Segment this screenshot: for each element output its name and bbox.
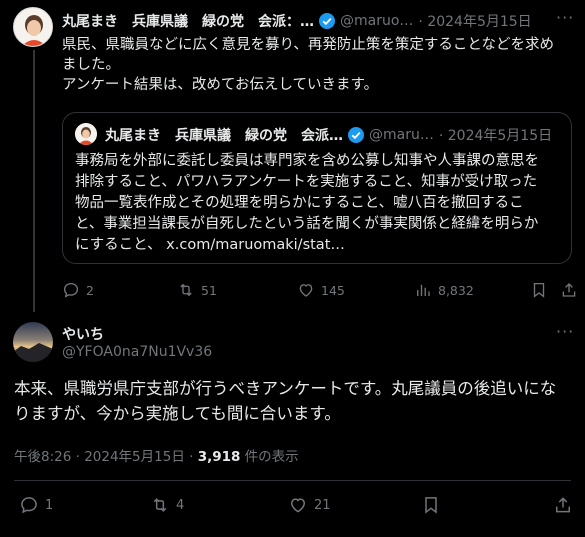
retweet-icon (153, 498, 167, 512)
share-icon (562, 283, 576, 297)
tweet-meta: 午後8:26 · 2024年5月15日 · 3,918 件の表示 (14, 445, 299, 465)
tweet-timestamp[interactable]: 午後8:26 · 2024年5月15日 · (14, 449, 198, 465)
tweet-views-label: 件の表示 (240, 449, 299, 465)
main-share-button[interactable] (553, 495, 573, 515)
heart-icon (299, 284, 313, 297)
quote-text-line: 物品一覧表作成とその処理を明らかにすること、嘘八百を撤回するこ (75, 195, 524, 211)
parent-retweet-button[interactable]: 51 (177, 281, 217, 299)
thread-line (33, 50, 35, 312)
main-display-name[interactable]: やいち (62, 324, 104, 344)
main-text-line: りますが、今から実施しても間に合います。 (14, 404, 341, 423)
main-bookmark-button[interactable] (421, 495, 441, 515)
parent-views-button[interactable]: 8,832 (414, 281, 474, 299)
verified-badge-icon (319, 13, 335, 29)
quote-text-line: と、事業担当課長が自死したという話を聞くが事実関係と経緯を明らか (75, 216, 539, 232)
reply-count: 2 (86, 282, 94, 298)
parent-bookmark-button[interactable] (530, 281, 548, 299)
reply-icon (21, 497, 37, 514)
quote-text-line: 事務局を外部に委託し委員は専門家を含め公募し知事や人事課の意思を (75, 153, 539, 169)
main-more-icon[interactable]: ··· (556, 322, 574, 341)
parent-share-button[interactable] (560, 281, 578, 299)
main-text-line: 本来、県職労県庁支部が行うべきアンケートです。丸尾議員の後追いにな (14, 379, 557, 398)
retweet-count: 51 (201, 282, 217, 298)
views-count: 8,832 (438, 282, 474, 298)
parent-display-name[interactable]: 丸尾まき 兵庫県議 緑の党 会派：… (62, 11, 314, 31)
tweet-views-count: 3,918 (197, 449, 241, 465)
parent-header: 丸尾まき 兵庫県議 緑の党 会派：… @maruo… · 2024年5月15日 (62, 11, 532, 31)
like-count: 21 (314, 497, 331, 513)
parent-handle[interactable]: @maruo… (340, 13, 413, 29)
quoted-tweet-card[interactable]: 丸尾まき 兵庫県議 緑の党 会派… @maru… · 2024年5月15日 事務… (62, 112, 572, 264)
main-avatar[interactable] (13, 322, 53, 362)
quote-header: 丸尾まき 兵庫県議 緑の党 会派… @maru… · 2024年5月15日 (105, 125, 552, 145)
share-icon (556, 497, 570, 513)
parent-more-icon[interactable]: ··· (556, 8, 574, 27)
like-count: 145 (321, 282, 345, 298)
main-retweet-button[interactable]: 4 (150, 495, 184, 515)
parent-reply-button[interactable]: 2 (62, 281, 94, 299)
parent-avatar[interactable] (13, 7, 53, 47)
quote-avatar (75, 123, 97, 145)
main-handle[interactable]: @YFOA0na7Nu1Vv36 (62, 344, 212, 360)
parent-date[interactable]: · 2024年5月15日 (418, 11, 531, 31)
parent-tweet-text: 県民、県職員などに広く意見を募り、再発防止策を策定することなどを求め ました。 … (62, 35, 577, 95)
parent-text-line: 県民、県職員などに広く意見を募り、再発防止策を策定することなどを求め (62, 37, 554, 53)
quote-text-line: 排除すること、パワハラアンケートを実施すること、知事が受け取った (75, 174, 538, 190)
reply-icon (63, 282, 79, 298)
bookmark-icon (425, 497, 437, 514)
views-icon (417, 284, 430, 296)
retweet-icon (180, 283, 192, 297)
parent-text-line: アンケート結果は、改めてお伝えしていきます。 (62, 77, 379, 93)
parent-like-button[interactable]: 145 (297, 281, 345, 299)
divider (14, 480, 571, 481)
main-like-button[interactable]: 21 (288, 495, 331, 515)
bookmark-icon (533, 282, 545, 298)
reply-count: 1 (45, 497, 54, 513)
quote-text-line: にすること、 x.com/maruomaki/stat… (75, 237, 345, 253)
quote-text: 事務局を外部に委託し委員は専門家を含め公募し知事や人事課の意思を 排除すること、… (75, 151, 563, 256)
retweet-count: 4 (176, 497, 185, 513)
heart-icon (290, 498, 306, 513)
main-reply-button[interactable]: 1 (19, 495, 53, 515)
main-tweet-text: 本来、県職労県庁支部が行うべきアンケートです。丸尾議員の後追いにな りますが、今… (14, 376, 574, 426)
quote-display-name: 丸尾まき 兵庫県議 緑の党 会派… (105, 128, 343, 144)
verified-badge-icon (348, 127, 364, 143)
parent-text-line: ました。 (62, 57, 120, 73)
quote-handle: @maru… (369, 127, 434, 143)
quote-date: · 2024年5月15日 (438, 128, 553, 144)
